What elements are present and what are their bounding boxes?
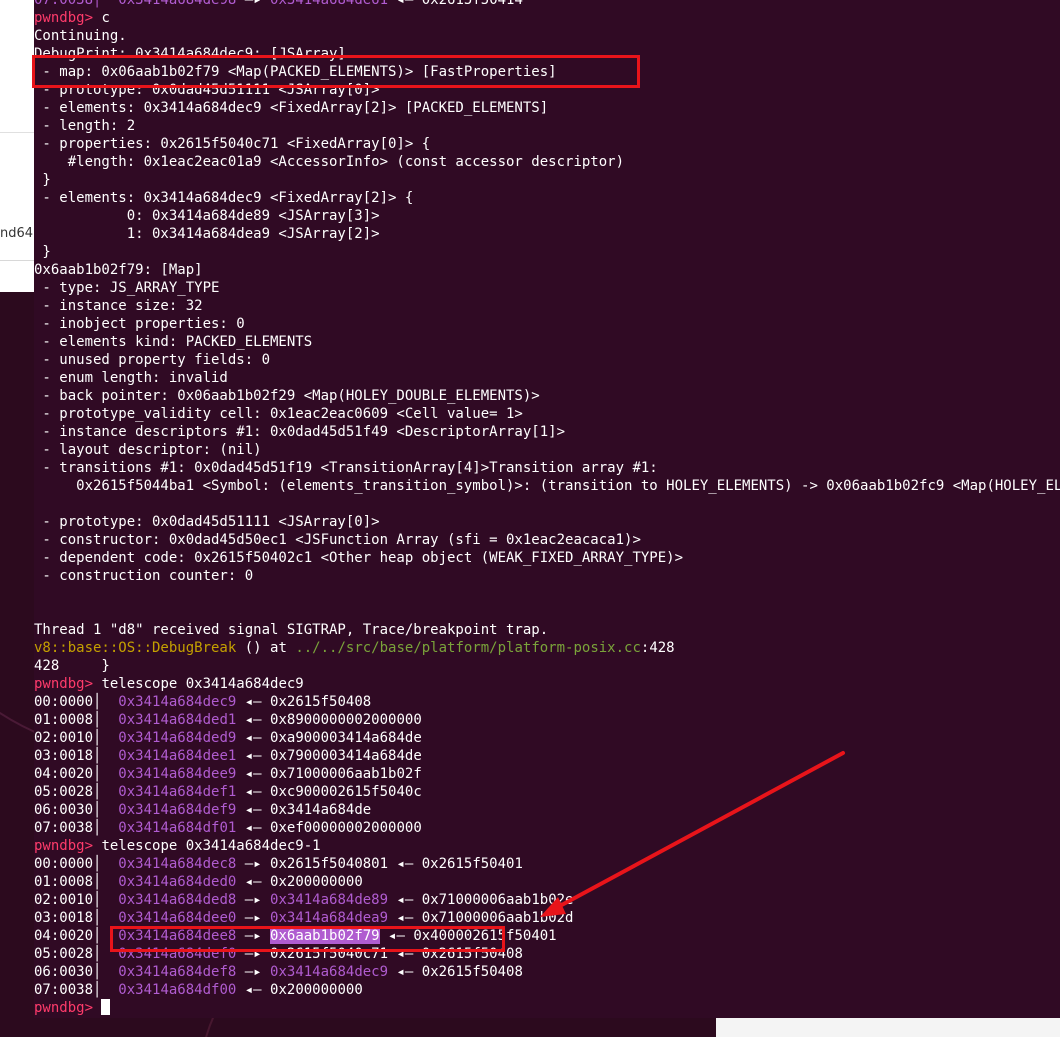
annotation-arrow [540,751,845,917]
annotation-arrow-shaft [556,751,845,909]
annotation-arrow-head [540,897,566,917]
